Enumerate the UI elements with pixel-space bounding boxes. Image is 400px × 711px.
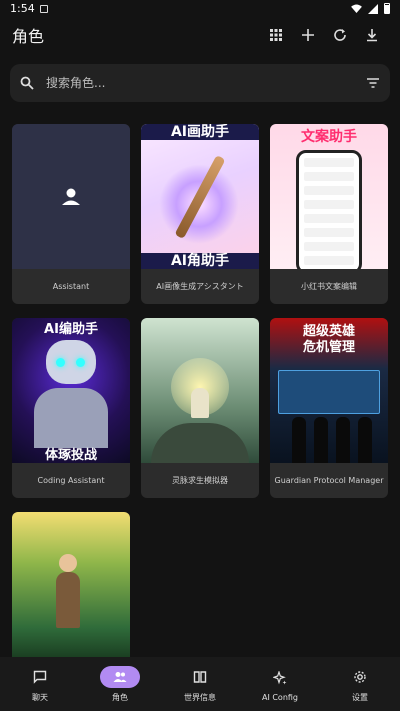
app-bar: 角色: [0, 17, 400, 53]
banner-bottom-text: 危机管理: [302, 340, 355, 355]
refresh-icon: [334, 29, 346, 41]
character-image: AI画助手 AI角助手: [141, 124, 259, 269]
character-card-xhs-copywriter[interactable]: 文案助手 小红书文案编辑: [270, 124, 388, 304]
character-image: 超级英雄 危机管理: [270, 318, 388, 463]
page-title: 角色: [12, 27, 45, 46]
banner-top-text: AI编助手: [44, 322, 98, 337]
nav-label: 聊天: [32, 692, 48, 702]
refresh-button[interactable]: [324, 19, 356, 51]
person-icon: [62, 188, 80, 205]
banner-bottom-text: 体琢投战: [44, 448, 97, 463]
phone-mockup: [296, 150, 362, 269]
gear-icon: [354, 670, 366, 683]
sim-icon: [39, 4, 48, 13]
character-head: [59, 554, 77, 572]
character-name: AI画像生成アシスタント: [156, 282, 244, 291]
character-name: 小红书文案编辑: [301, 282, 357, 291]
battery-icon: [384, 3, 390, 14]
world-map-screen: [278, 370, 380, 414]
character-grid: Assistant AI画助手 AI角助手 AI画像生成アシスタント 文案助手 …: [12, 124, 388, 692]
meditating-figure: [191, 388, 209, 418]
search-bar[interactable]: [10, 64, 390, 102]
character-card-survival-sim[interactable]: 灵脉求生模拟器: [141, 318, 259, 498]
search-input[interactable]: [46, 76, 366, 90]
status-time: 1:54: [10, 2, 35, 15]
signal-icon: [368, 3, 378, 14]
banner-bottom-text: AI角助手: [141, 253, 259, 269]
banner-top-text: AI画助手: [141, 124, 259, 140]
character-card-guardian-protocol[interactable]: 超级英雄 危机管理 Guardian Protocol Manager: [270, 318, 388, 498]
character-name: 灵脉求生模拟器: [172, 476, 228, 485]
grid-view-button[interactable]: [260, 19, 292, 51]
robot-head: [46, 340, 96, 384]
add-character-button[interactable]: [292, 19, 324, 51]
character-image: [12, 512, 130, 657]
character-avatar-placeholder: [12, 124, 130, 269]
plus-icon: [302, 29, 314, 41]
search-icon: [20, 76, 34, 90]
robot-eye: [56, 358, 65, 367]
nav-label: 角色: [112, 692, 128, 702]
nav-world-info[interactable]: 世界信息: [160, 657, 240, 711]
rock-platform: [151, 423, 249, 463]
character-name: Guardian Protocol Manager: [274, 476, 384, 485]
character-card-coding-assistant[interactable]: AI编助手 体琢投战 Coding Assistant: [12, 318, 130, 498]
download-icon: [367, 29, 377, 42]
character-card-ai-painter[interactable]: AI画助手 AI角助手 AI画像生成アシスタント: [141, 124, 259, 304]
character-card-assistant[interactable]: Assistant: [12, 124, 130, 304]
nav-ai-config[interactable]: AI Config: [240, 657, 320, 711]
character-body: [56, 572, 80, 628]
active-indicator: [100, 665, 140, 688]
hero-silhouette: [314, 417, 328, 463]
people-icon: [113, 671, 127, 682]
character-image: AI编助手 体琢投战: [12, 318, 130, 463]
nav-label: 设置: [352, 692, 368, 702]
chat-icon: [33, 670, 47, 684]
character-image: [141, 318, 259, 463]
sparkle-icon: [273, 670, 287, 684]
status-bar: 1:54: [0, 0, 400, 17]
nav-label: AI Config: [261, 692, 299, 702]
book-icon: [193, 670, 207, 683]
wifi-icon: [351, 4, 362, 13]
hero-silhouette: [336, 417, 350, 463]
filter-icon[interactable]: [366, 76, 380, 90]
hero-silhouette: [358, 417, 372, 463]
nav-settings[interactable]: 设置: [320, 657, 400, 711]
nav-label: 世界信息: [184, 692, 216, 702]
bottom-navigation: 聊天 角色 世界信息 AI Config 设置: [0, 657, 400, 711]
nav-chat[interactable]: 聊天: [0, 657, 80, 711]
hero-silhouette: [292, 417, 306, 463]
character-name: Assistant: [52, 282, 90, 291]
download-button[interactable]: [356, 19, 388, 51]
nav-characters[interactable]: 角色: [80, 657, 160, 711]
robot-eye: [76, 358, 85, 367]
robot-body: [34, 388, 108, 448]
character-image: 文案助手: [270, 124, 388, 269]
grid-icon: [270, 29, 282, 41]
character-name: Coding Assistant: [37, 476, 105, 485]
banner-top-text: 文案助手: [301, 129, 357, 145]
